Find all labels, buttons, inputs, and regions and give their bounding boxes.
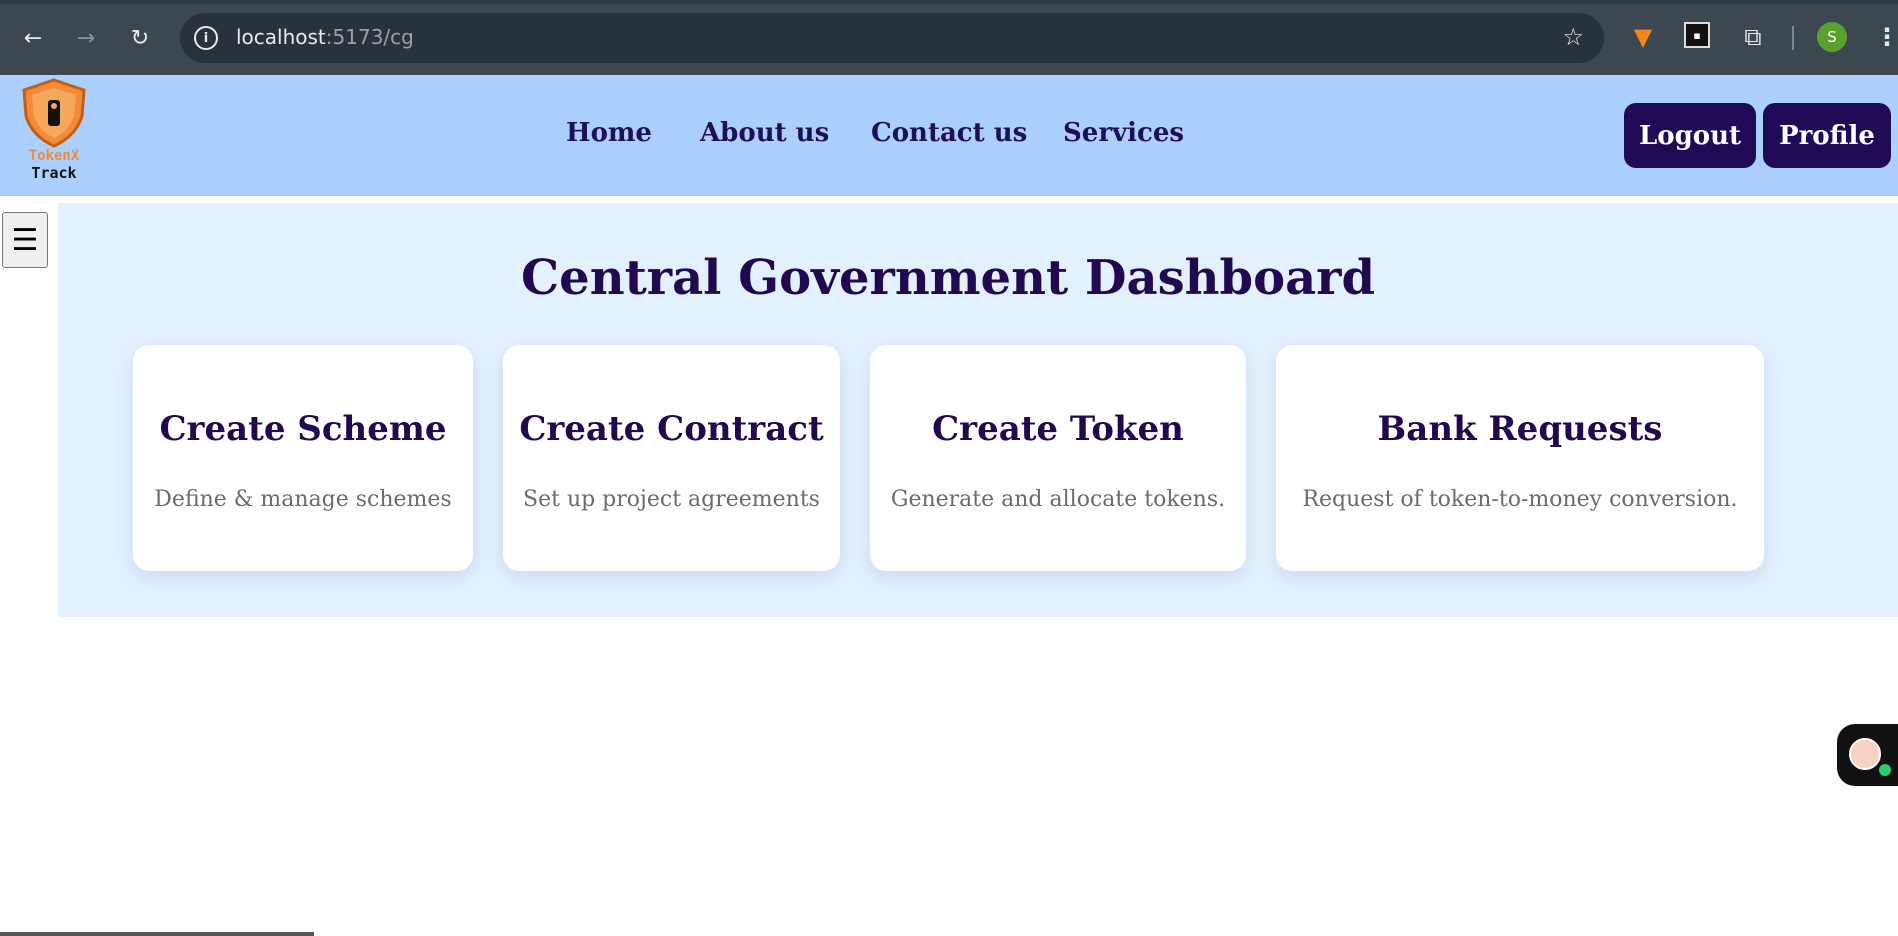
logo-text-tokenx: TokenX <box>28 148 80 164</box>
online-status-icon <box>1879 764 1891 776</box>
card-create-token[interactable]: Create Token Generate and allocate token… <box>870 345 1246 571</box>
tab-strip <box>0 0 1898 4</box>
profile-button[interactable]: Profile <box>1763 103 1891 168</box>
card-bank-requests[interactable]: Bank Requests Request of token-to-money … <box>1276 345 1764 571</box>
hamburger-menu-icon: ☰ <box>11 222 39 258</box>
back-icon[interactable]: ← <box>15 20 51 56</box>
profile-avatar[interactable]: S <box>1817 22 1847 52</box>
forward-icon[interactable]: → <box>68 20 104 56</box>
card-title: Create Contract <box>519 409 824 449</box>
reload-icon[interactable]: ↻ <box>122 20 158 56</box>
extensions-puzzle-icon[interactable]: ⧉ <box>1738 22 1768 52</box>
toolbar-divider <box>1792 26 1794 50</box>
shield-logo-icon <box>22 78 86 148</box>
chat-widget-button[interactable] <box>1837 724 1898 786</box>
nav-about-us[interactable]: About us <box>700 118 829 148</box>
chat-avatar-icon <box>1849 738 1881 770</box>
card-create-contract[interactable]: Create Contract Set up project agreement… <box>503 345 840 571</box>
nav-services[interactable]: Services <box>1063 118 1184 148</box>
horizontal-scrollbar[interactable] <box>0 932 314 936</box>
nav-home[interactable]: Home <box>566 118 652 148</box>
sidebar-toggle-button[interactable]: ☰ <box>2 212 48 268</box>
site-info-icon[interactable]: i <box>194 26 218 50</box>
browser-menu-icon[interactable]: ⋮ <box>1872 22 1898 52</box>
card-create-scheme[interactable]: Create Scheme Define & manage schemes <box>133 345 473 571</box>
url-host: localhost <box>236 25 326 49</box>
metamask-extension-icon[interactable]: ▼ <box>1628 22 1658 52</box>
page-title: Central Government Dashboard <box>520 250 1376 306</box>
card-description: Define & manage schemes <box>154 487 452 512</box>
card-description: Set up project agreements <box>523 487 820 512</box>
url-text[interactable]: localhost:5173/cg <box>236 25 414 49</box>
card-title: Create Scheme <box>159 409 447 449</box>
card-title: Create Token <box>932 409 1184 449</box>
extension-icon[interactable]: ▪ <box>1684 22 1710 48</box>
nav-contact-us[interactable]: Contact us <box>871 118 1027 148</box>
url-path: :5173/cg <box>325 25 414 49</box>
browser-toolbar: ← → ↻ i localhost:5173/cg ☆ ▼ ▪ ⧉ S ⋮ <box>0 0 1898 75</box>
logo-text-track: Track <box>31 164 77 182</box>
bookmark-star-icon[interactable]: ☆ <box>1562 23 1584 51</box>
card-title: Bank Requests <box>1377 409 1663 449</box>
card-description: Generate and allocate tokens. <box>890 487 1226 512</box>
logout-button[interactable]: Logout <box>1624 103 1756 168</box>
card-description: Request of token-to-money conversion. <box>1302 487 1738 512</box>
tokenx-logo[interactable]: TokenX Track <box>18 78 90 186</box>
address-bar[interactable]: i localhost:5173/cg ☆ <box>180 13 1604 63</box>
